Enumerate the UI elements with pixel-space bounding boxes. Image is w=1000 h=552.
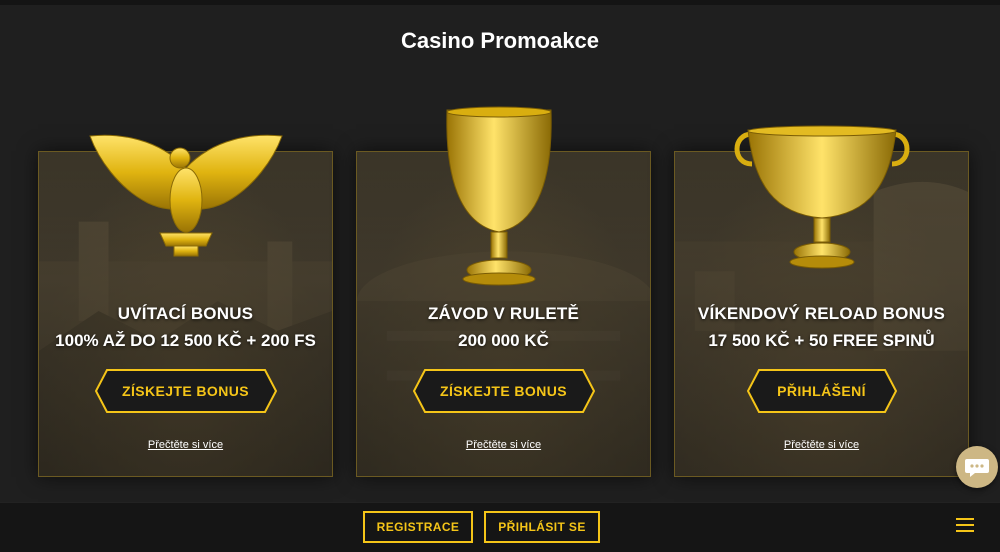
read-more-link[interactable]: Přečtěte si více — [39, 439, 332, 451]
chat-bubble-icon — [965, 459, 989, 477]
page-title: Casino Promoakce — [400, 28, 600, 53]
read-more-link[interactable]: Přečtěte si více — [357, 439, 650, 451]
get-bonus-button-label: ZÍSKEJTE BONUS — [440, 383, 567, 399]
golden-chalice-icon — [734, 125, 910, 269]
login-button-label: PŘIHLÁŠENÍ — [777, 383, 866, 399]
card-amount: 17 500 KČ + 50 FREE SPINŮ — [708, 331, 935, 350]
golden-eagle-icon — [89, 134, 283, 257]
chat-button[interactable] — [956, 446, 998, 488]
card-title: ZÁVOD V RULETĚ — [427, 304, 580, 323]
card-title: VÍKENDOVÝ RELOAD BONUS — [697, 304, 946, 323]
card-title: UVÍTACÍ BONUS — [117, 304, 254, 323]
register-button[interactable]: REGISTRACE — [363, 511, 473, 543]
login-button[interactable]: PŘIHLÁŠENÍ — [746, 369, 897, 413]
card-amount: 100% AŽ DO 12 500 KČ + 200 FS — [55, 331, 316, 350]
card-amount: 200 000 KČ — [458, 331, 549, 350]
top-strip — [0, 0, 1000, 5]
read-more-link[interactable]: Přečtěte si více — [675, 439, 968, 451]
get-bonus-button[interactable]: ZÍSKEJTE BONUS — [412, 369, 595, 413]
bottom-bar: REGISTRACE PŘIHLÁSIT SE — [0, 502, 1000, 552]
golden-goblet-icon — [446, 106, 552, 286]
get-bonus-button-label: ZÍSKEJTE BONUS — [122, 383, 249, 399]
hamburger-menu-icon[interactable] — [956, 518, 974, 532]
get-bonus-button[interactable]: ZÍSKEJTE BONUS — [94, 369, 277, 413]
sign-in-button[interactable]: PŘIHLÁSIT SE — [484, 511, 600, 543]
